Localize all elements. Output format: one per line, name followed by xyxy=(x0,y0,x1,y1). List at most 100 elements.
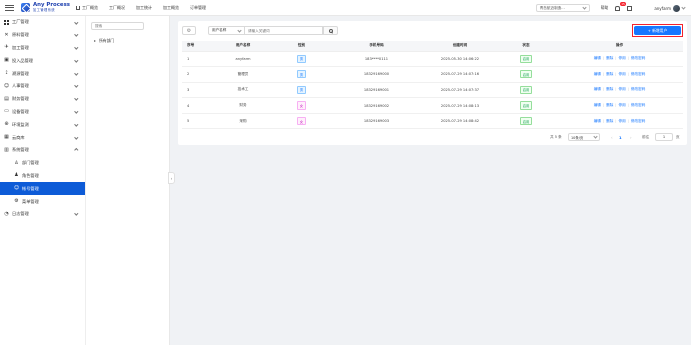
chevron-down-icon xyxy=(74,58,79,63)
sidebar-item-finance[interactable]: ▤ 财务管理 xyxy=(0,93,85,106)
cell-status: 启用 xyxy=(496,82,556,99)
cell-gender: 男 xyxy=(274,51,329,68)
sidebar-item-account[interactable]: ☺ 帐号管理 xyxy=(0,182,85,196)
chevron-down-icon[interactable] xyxy=(681,5,686,10)
edit-link[interactable]: 编辑 xyxy=(594,87,601,91)
edit-link[interactable]: 编辑 xyxy=(594,103,601,107)
prev-page-icon[interactable]: ‹ xyxy=(611,135,613,140)
nav-processing-stats[interactable]: 加工统计 xyxy=(136,5,152,11)
disable-link[interactable]: 停用 xyxy=(619,103,626,107)
edit-link[interactable]: 编辑 xyxy=(594,72,601,76)
disable-link[interactable]: 停用 xyxy=(619,87,626,91)
next-page-icon[interactable]: › xyxy=(630,135,632,140)
nav-factory-overview[interactable]: 工厂概览 xyxy=(75,5,98,11)
change-password-link[interactable]: 修改密码 xyxy=(631,72,645,76)
fullscreen-icon[interactable] xyxy=(627,5,633,11)
avatar[interactable] xyxy=(673,4,680,12)
bell-icon[interactable]: 15 xyxy=(615,1,627,11)
sidebar-item-department[interactable]: ♙ 部门管理 xyxy=(0,157,85,170)
search-button[interactable] xyxy=(323,26,338,35)
change-password-link[interactable]: 修改密码 xyxy=(631,87,645,91)
disable-link[interactable]: 停用 xyxy=(619,56,626,60)
nav-processing-overview[interactable]: 加工概览 xyxy=(163,5,179,11)
sidebar: 工厂管理 ✕ 原料管理 ✈ 加工管理 ▣ 投入品管理 ⟟ 溯源管理 ☺ 人事管理 ▤ 财务管… xyxy=(0,16,86,345)
chevron-down-icon xyxy=(237,27,242,33)
sidebar-item-factory[interactable]: 工厂管理 xyxy=(0,16,85,29)
sidebar-item-hr[interactable]: ☺ 人事管理 xyxy=(0,80,85,93)
cell-status: 启用 xyxy=(496,51,556,68)
pagination: 共 5 条 10条/页 ‹ 1 › 前往 1 页 xyxy=(178,133,687,143)
sidebar-item-inputs[interactable]: ▣ 投入品管理 xyxy=(0,54,85,67)
cell-phone: 18329169002 xyxy=(329,97,424,114)
sidebar-item-environment[interactable]: ⊕ 环境监测 xyxy=(0,118,85,131)
sidebar-item-system[interactable]: ▥ 系统管理 xyxy=(0,144,85,157)
factory-select[interactable]: 青岛航迈制造... xyxy=(535,4,590,12)
chevron-down-icon xyxy=(74,71,79,75)
person-card-icon: ▣ xyxy=(4,57,9,64)
status-badge: 启用 xyxy=(520,54,532,63)
chevron-down-icon xyxy=(74,109,79,114)
change-password-link[interactable]: 修改密码 xyxy=(631,103,645,107)
nav-order-management[interactable]: 订单管理 xyxy=(190,5,206,11)
user-icon: ☺ xyxy=(3,82,10,89)
col-header-status: 状态 xyxy=(496,41,556,52)
delete-link[interactable]: 删除 xyxy=(606,72,613,76)
sidebar-item-cloud-shop[interactable]: ▦ 云商库 xyxy=(0,131,85,144)
username[interactable]: anyfarm xyxy=(654,6,671,11)
toolbar: ⚙ 用户名称 + 新增用户 xyxy=(178,21,687,39)
status-badge: 启用 xyxy=(520,85,532,95)
status-badge: 启用 xyxy=(520,70,532,79)
menu-toggle-icon[interactable] xyxy=(5,4,14,11)
sidebar-item-log[interactable]: ◔ 日志管理 xyxy=(0,208,85,221)
cell-index: 1 xyxy=(182,51,212,68)
add-user-button[interactable]: + 新增用户 xyxy=(634,26,681,35)
sidebar-item-material[interactable]: ✕ 原料管理 xyxy=(0,29,85,42)
grid-icon xyxy=(4,19,9,25)
top-header: Any Process 加工管理系统 工厂概览 工厂概况 加工统计 加工概览 订… xyxy=(0,0,691,16)
delete-link[interactable]: 删除 xyxy=(606,56,613,60)
chevron-down-icon xyxy=(74,211,79,216)
help-link[interactable]: 帮助 xyxy=(601,5,609,11)
edit-link[interactable]: 编辑 xyxy=(594,119,601,123)
trace-icon: ⟟ xyxy=(5,70,8,77)
nav-factory-summary[interactable]: 工厂概况 xyxy=(109,5,125,11)
table-row: 1 anyfarm 男 183****0111 2025-05-30 14:06:22 启… xyxy=(182,51,683,68)
sidebar-item-menu[interactable]: ⚙ 菜单管理 xyxy=(0,195,85,208)
keyword-input[interactable] xyxy=(245,26,323,35)
disable-link[interactable]: 停用 xyxy=(619,119,626,123)
caret-right-icon[interactable] xyxy=(94,40,96,42)
system-icon: ▥ xyxy=(4,146,9,153)
change-password-link[interactable]: 修改密码 xyxy=(631,119,645,123)
delete-link[interactable]: 删除 xyxy=(606,119,613,123)
sidebar-item-processing[interactable]: ✈ 加工管理 xyxy=(0,42,85,55)
cell-status: 启用 xyxy=(496,97,556,114)
logo-subtitle: 加工管理系统 xyxy=(33,7,56,12)
sidebar-item-trace[interactable]: ⟟ 溯源管理 xyxy=(0,67,85,80)
tree-node-all-departments[interactable]: 所有部门 xyxy=(94,38,114,44)
user-table: 序号 用户名称 性别 手机号码 创建时间 状态 操作 1 anyfarm 男 183*… xyxy=(182,41,683,130)
delete-link[interactable]: 删除 xyxy=(606,87,613,91)
page-number-current[interactable]: 1 xyxy=(619,135,622,140)
change-password-link[interactable]: 修改密码 xyxy=(631,56,645,60)
collapse-panel-handle[interactable]: ‹ xyxy=(168,172,175,184)
goto-page-input[interactable]: 1 xyxy=(655,133,673,141)
sidebar-item-role[interactable]: ♟ 角色管理 xyxy=(0,170,85,183)
cell-name: anyfarm xyxy=(212,51,274,68)
department-tree-panel: 所有部门 xyxy=(86,16,170,345)
cell-index: 2 xyxy=(182,66,212,83)
cell-created: 2025-05-30 14:06:22 xyxy=(424,51,496,68)
cell-gender: 女 xyxy=(274,97,329,114)
search-field-select[interactable]: 用户名称 xyxy=(208,26,245,35)
logo: Any Process 加工管理系统 xyxy=(21,2,70,12)
finance-icon: ▤ xyxy=(4,95,9,102)
delete-link[interactable]: 删除 xyxy=(606,103,613,107)
settings-button[interactable]: ⚙ xyxy=(182,26,196,35)
tree-search-input[interactable] xyxy=(91,22,144,30)
edit-link[interactable]: 编辑 xyxy=(594,56,601,60)
sidebar-item-equipment[interactable]: ▭ 设备管理 xyxy=(0,106,85,119)
page-size-select[interactable]: 10条/页 xyxy=(568,133,600,141)
disable-link[interactable]: 停用 xyxy=(619,72,626,76)
account-icon: ☺ xyxy=(13,185,20,192)
chevron-down-icon xyxy=(74,122,79,127)
cell-name: 管理员 xyxy=(212,66,274,83)
